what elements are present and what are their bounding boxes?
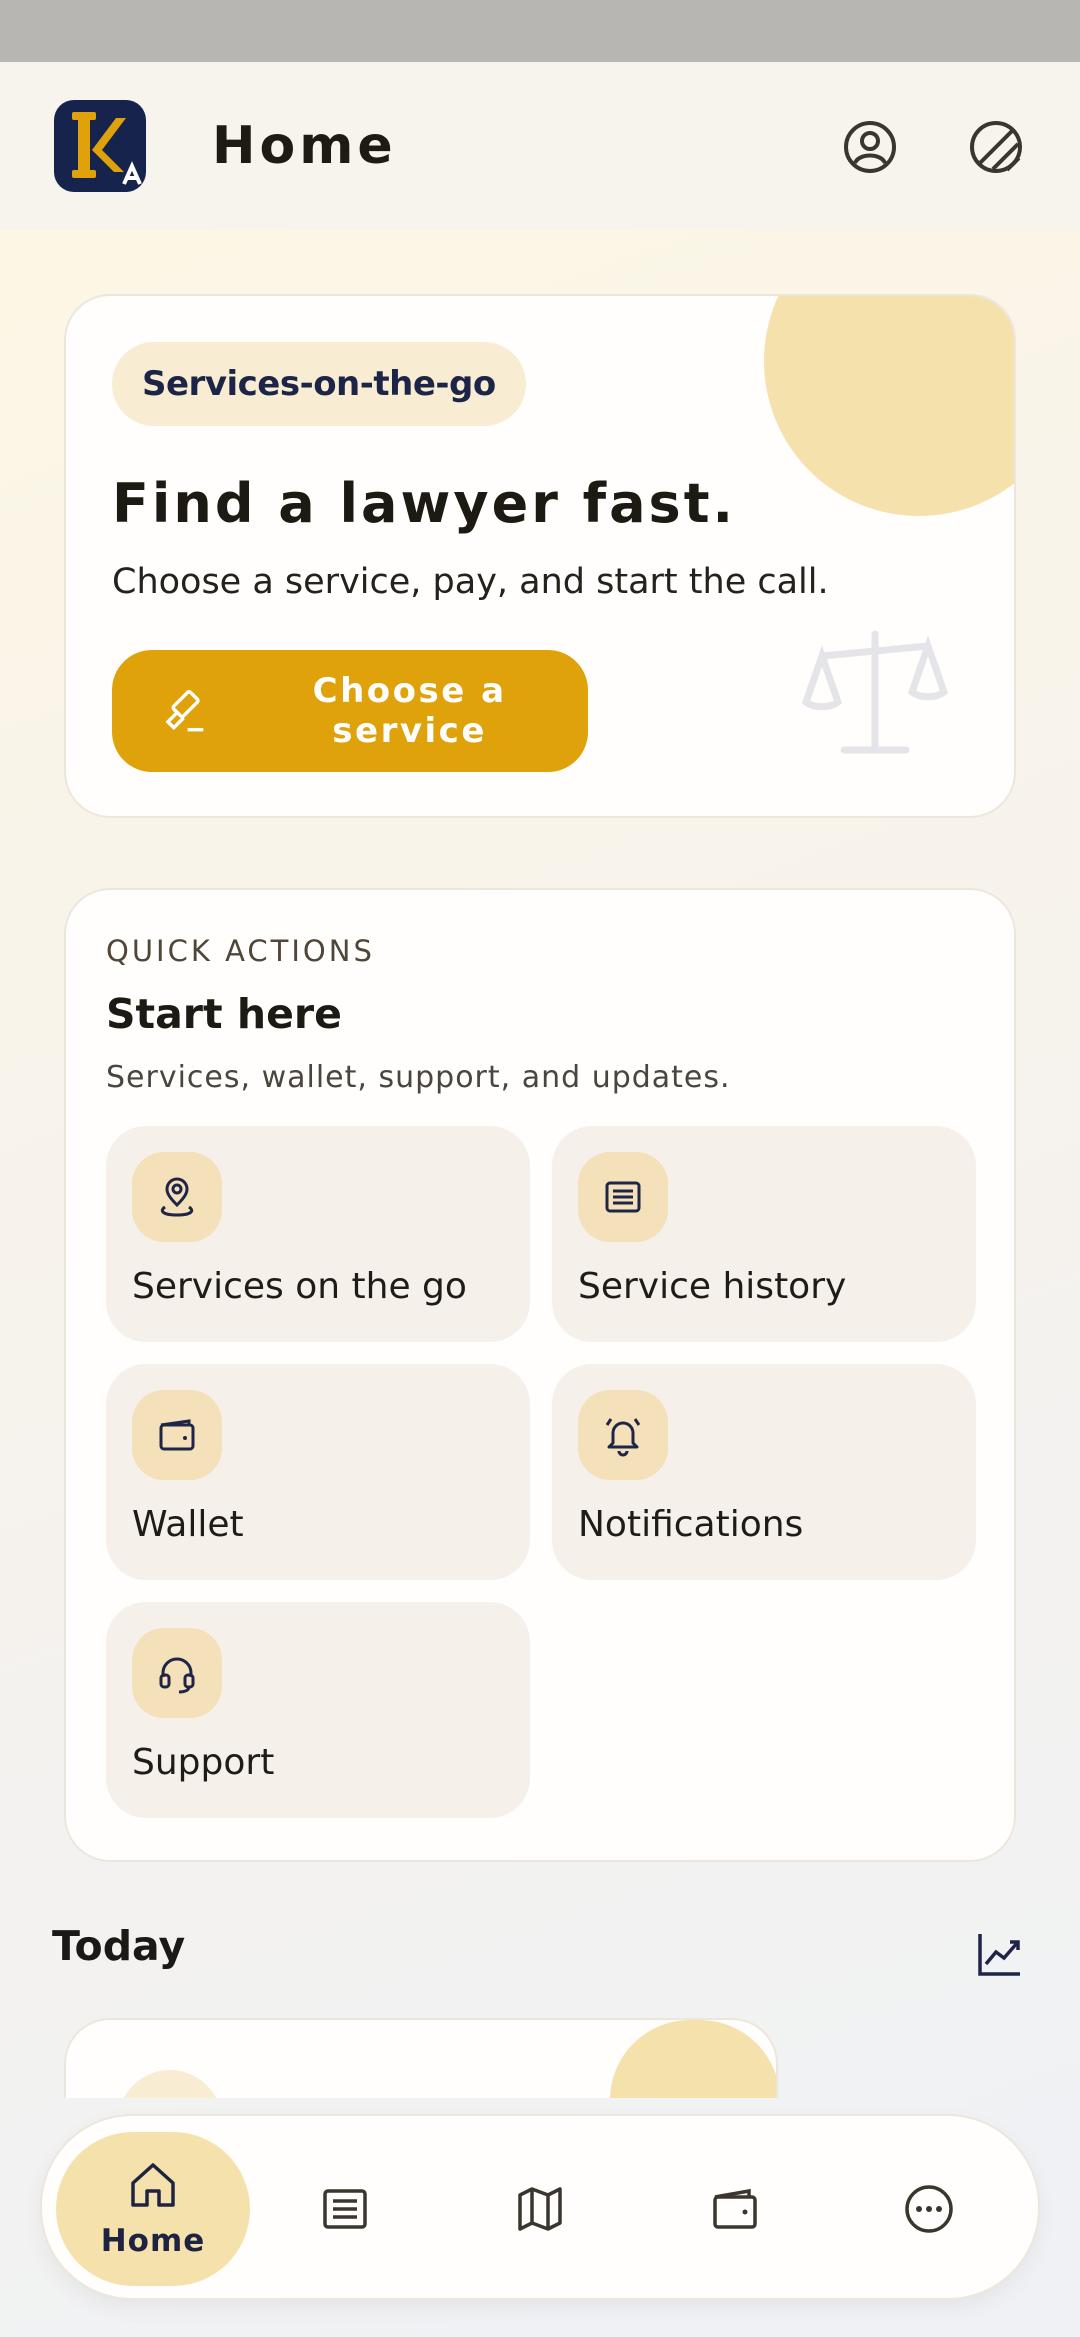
tile-label: Service history	[578, 1266, 847, 1307]
logo-mark-icon	[72, 112, 142, 185]
map-pin-icon	[160, 1177, 194, 1217]
quick-actions-card: QUICK ACTIONS Start here Services, walle…	[64, 888, 1016, 1862]
nav-home-label: Home	[100, 2223, 206, 2259]
scale-icon	[801, 630, 949, 754]
today-card-peek	[64, 2018, 778, 2098]
services-chip: Services-on-the-go	[112, 342, 526, 426]
app-logo	[54, 100, 146, 192]
hero-card: Services-on-the-go Find a lawyer fast. C…	[64, 294, 1016, 818]
theme-toggle-icon[interactable]	[969, 120, 1023, 174]
today-decor-blob	[610, 2020, 776, 2098]
tile-label: Wallet	[132, 1504, 244, 1545]
more-icon	[905, 2185, 953, 2233]
nav-more[interactable]	[832, 2132, 1026, 2286]
hero-subtitle: Choose a service, pay, and start the cal…	[112, 562, 829, 602]
choose-service-label: Choose a service	[312, 671, 507, 751]
home-icon	[131, 2163, 175, 2207]
headset-icon	[159, 1657, 195, 1694]
bell-icon	[605, 1418, 641, 1457]
profile-icon[interactable]	[843, 120, 897, 174]
document-icon	[605, 1181, 641, 1213]
app-bar: Home	[0, 62, 1080, 230]
tile-support[interactable]: Support	[106, 1602, 530, 1818]
trend-chart-icon[interactable]	[974, 1928, 1026, 1980]
today-title: Today	[52, 1922, 186, 1970]
hero-title: Find a lawyer fast.	[112, 472, 737, 535]
document-icon	[323, 2189, 367, 2229]
tile-label: Notifications	[578, 1504, 804, 1545]
nav-home[interactable]: Home	[56, 2132, 250, 2286]
map-icon	[518, 2187, 562, 2231]
page-title: Home	[212, 116, 397, 176]
status-bar	[0, 0, 1080, 62]
tile-label: Support	[132, 1742, 275, 1783]
gavel-icon	[165, 690, 204, 732]
tile-services-on-the-go[interactable]: Services on the go	[106, 1126, 530, 1342]
nav-map[interactable]	[443, 2132, 637, 2286]
nav-documents[interactable]	[248, 2132, 442, 2286]
hero-decor-blob	[764, 296, 1014, 516]
quick-actions-subtitle: Services, wallet, support, and updates.	[106, 1060, 731, 1095]
wallet-icon	[159, 1419, 195, 1451]
wallet-icon	[713, 2188, 757, 2229]
tile-notifications[interactable]: Notifications	[552, 1364, 976, 1580]
quick-actions-title: Start here	[106, 990, 342, 1038]
choose-service-button[interactable]: Choose a service	[112, 650, 588, 772]
nav-wallet[interactable]	[638, 2132, 832, 2286]
bottom-nav: Home	[40, 2114, 1040, 2300]
tile-wallet[interactable]: Wallet	[106, 1364, 530, 1580]
tile-label: Services on the go	[132, 1266, 467, 1307]
today-chip	[118, 2070, 222, 2098]
tile-service-history[interactable]: Service history	[552, 1126, 976, 1342]
quick-actions-eyebrow: QUICK ACTIONS	[106, 934, 375, 968]
